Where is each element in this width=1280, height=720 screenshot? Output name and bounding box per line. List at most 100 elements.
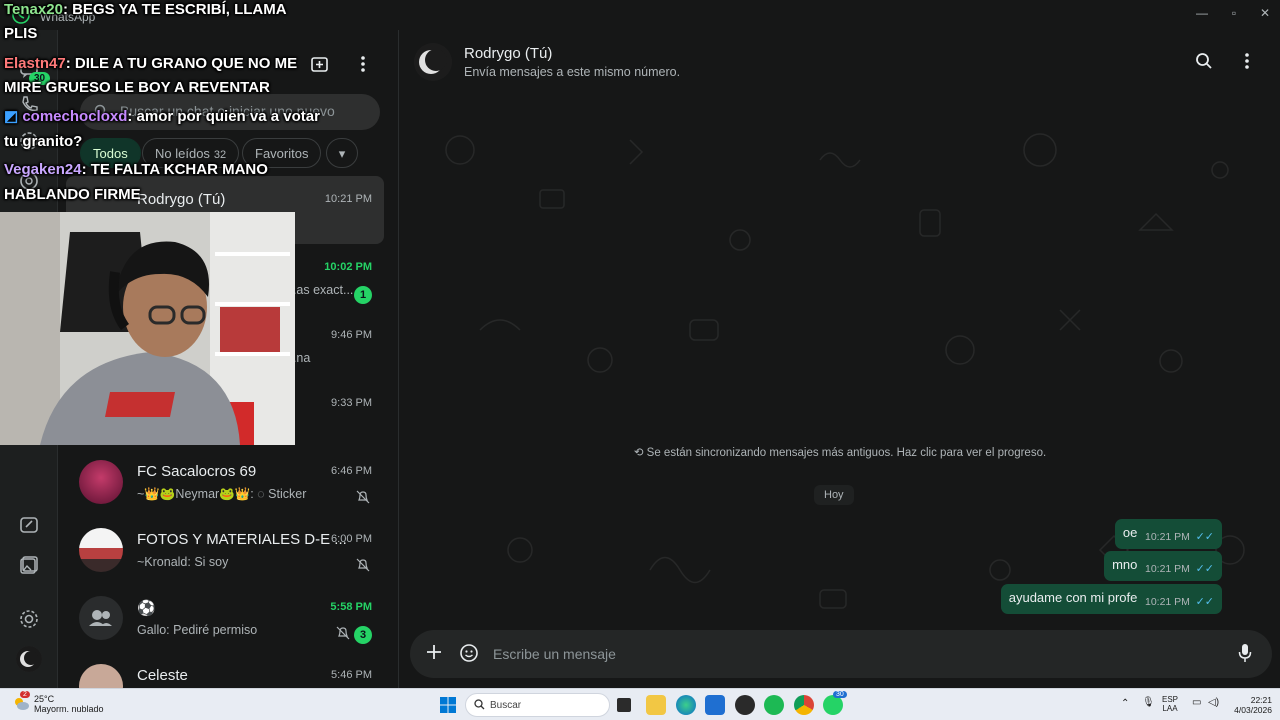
clock-time: 22:21	[1250, 695, 1272, 705]
stream-chat-text: PLIS	[4, 25, 38, 42]
chat-time: 5:46 PM	[331, 669, 372, 681]
stream-chat-text: MIRE GRUESO LE BOY A REVENTAR	[4, 79, 270, 96]
muted-bell-icon	[356, 558, 370, 577]
chat-row-football[interactable]: ⚽ Gallo: Pediré permiso 5:58 PM 3	[66, 584, 384, 652]
stream-chat-message-cont: MIRE GRUESO LE BOY A REVENTAR	[4, 76, 270, 100]
search-icon	[474, 699, 485, 713]
chat-time: 9:46 PM	[331, 329, 372, 341]
close-icon[interactable]: ✕	[1254, 4, 1276, 22]
chat-preview: Gallo: Pediré permiso	[137, 623, 258, 637]
chat-row-celeste[interactable]: Celeste 5:46 PM	[66, 652, 384, 688]
weather-widget[interactable]: 25°C Mayorm. nublado	[34, 694, 104, 714]
whatsapp-taskbar-icon[interactable]	[823, 695, 843, 715]
windows-start-icon[interactable]	[440, 697, 456, 718]
message-time: 10:21 PM	[1144, 563, 1190, 575]
conversation-header[interactable]: Rodrygo (Tú) Envía mensajes a este mismo…	[400, 30, 1280, 94]
menu-dots-icon[interactable]	[356, 54, 370, 79]
stream-chat-text: : amor por quien va a votar	[127, 108, 320, 125]
group-avatar	[79, 596, 123, 640]
weather-temp: 25°C	[34, 694, 55, 704]
stream-chat-text: : BEGS YA TE ESCRIBÍ, LLAMA	[62, 1, 287, 18]
network-icon[interactable]: ▭	[1192, 697, 1201, 708]
weather-icon[interactable]	[12, 696, 30, 717]
stream-chat-message-cont: PLIS	[4, 22, 37, 46]
spotify-icon[interactable]	[764, 695, 784, 715]
contact-avatar[interactable]	[414, 43, 452, 81]
new-chat-icon[interactable]	[310, 54, 330, 79]
chat-name: FC Sacalocros 69	[137, 463, 257, 480]
maximize-icon[interactable]: ▫	[1223, 4, 1245, 22]
stream-chat-text: HABLANDO FIRME	[4, 186, 141, 203]
stream-chat-message: ◩ comechocloxd: amor por quien va a vota…	[4, 105, 320, 129]
message-time: 10:21 PM	[1144, 531, 1190, 543]
weather-badge: 2	[20, 691, 30, 698]
chat-preview: ~Kronald: Si soy	[137, 555, 229, 569]
search-icon[interactable]	[1195, 52, 1213, 75]
stream-user-icon: ◩	[4, 108, 23, 125]
chevron-down-icon: ▾	[338, 146, 346, 161]
edge-browser-icon[interactable]	[676, 695, 696, 715]
weather-desc: Mayorm. nublado	[34, 704, 104, 714]
outgoing-message[interactable]: mno 10:21 PM ✓✓	[1104, 551, 1222, 581]
media-icon[interactable]	[18, 554, 40, 576]
contact-avatar	[79, 664, 123, 688]
language-indicator[interactable]: ESP LAA	[1162, 695, 1178, 713]
stream-chat-text: tu granito?	[4, 133, 83, 150]
taskbar-search-label: Buscar	[490, 700, 522, 711]
streamer-webcam-image	[0, 212, 295, 445]
chat-time: 5:58 PM	[330, 601, 372, 613]
stream-chat-text: : TE FALTA KCHAR MANO	[81, 161, 268, 178]
outgoing-message[interactable]: oe 10:21 PM ✓✓	[1114, 519, 1222, 549]
chat-name: FOTOS Y MATERIALES D-E ...	[137, 531, 347, 548]
outgoing-message[interactable]: ayudame con mi profe 10:21 PM ✓✓	[1000, 584, 1222, 614]
group-avatar	[79, 528, 123, 572]
stream-chat-message-cont: tu granito?	[4, 130, 82, 154]
edit-chat-icon[interactable]	[18, 514, 40, 536]
volume-icon[interactable]: ◁)	[1208, 697, 1219, 708]
chat-time: 6:46 PM	[331, 465, 372, 477]
system-clock[interactable]: 22:21 4/03/2026	[1228, 695, 1272, 715]
stream-chat-username: Elastn47	[4, 55, 66, 72]
chat-name: ⚽	[137, 600, 156, 617]
chrome-icon[interactable]	[794, 695, 814, 715]
chevron-up-icon[interactable]: ⌃	[1121, 698, 1129, 709]
chat-row-fc-sacalocros[interactable]: FC Sacalocros 69 ~👑🐸Neymar🐸👑: ◌ Sticker …	[66, 448, 384, 516]
webcam-overlay	[0, 212, 295, 445]
menu-dots-icon[interactable]	[1240, 52, 1254, 77]
attach-plus-icon[interactable]	[425, 643, 443, 666]
sync-notice[interactable]: ⟲ Se están sincronizando mensajes más an…	[400, 445, 1280, 459]
message-text: mno	[1112, 557, 1138, 572]
chat-name: Rodrygo (Tú)	[137, 191, 226, 208]
contact-subtitle: Envía mensajes a este mismo número.	[464, 65, 681, 79]
obs-icon[interactable]	[735, 695, 755, 715]
chat-name: Celeste	[137, 667, 188, 684]
message-composer[interactable]: Escribe un mensaje	[410, 630, 1272, 678]
settings-gear-icon[interactable]	[18, 608, 40, 630]
microphone-icon[interactable]: 🎙	[1142, 697, 1155, 708]
microsoft-store-icon[interactable]	[705, 695, 725, 715]
file-explorer-icon[interactable]	[646, 695, 666, 715]
taskbar-search[interactable]: Buscar	[465, 693, 610, 717]
sync-icon: ⟲	[633, 447, 647, 459]
minimize-icon[interactable]: —	[1191, 4, 1213, 22]
read-ticks-icon: ✓✓	[1195, 531, 1214, 543]
stream-chat-text: : DILE A TU GRANO QUE NO ME	[65, 55, 298, 72]
sticker-icon[interactable]	[459, 643, 479, 668]
sync-text: Se están sincronizando mensajes más anti…	[646, 447, 1047, 459]
clock-date: 4/03/2026	[1234, 705, 1272, 715]
task-view-icon[interactable]	[617, 698, 631, 712]
filter-more-dropdown[interactable]: ▾	[326, 138, 358, 168]
message-text: oe	[1122, 525, 1138, 540]
microphone-icon[interactable]	[1238, 643, 1252, 668]
chat-row-fotos-materiales[interactable]: FOTOS Y MATERIALES D-E ... ~Kronald: Si …	[66, 516, 384, 584]
profile-avatar[interactable]	[16, 646, 42, 672]
chat-time: 6:00 PM	[331, 533, 372, 545]
stream-chat-message-cont: HABLANDO FIRME	[4, 183, 141, 207]
conversation-panel: Rodrygo (Tú) Envía mensajes a este mismo…	[400, 30, 1280, 688]
stream-chat-username: Tenax20	[4, 1, 63, 18]
message-text: ayudame con mi profe	[1008, 590, 1138, 605]
windows-taskbar: 2 25°C Mayorm. nublado Buscar 30 ⌃ 🎙 ESP…	[0, 688, 1280, 720]
keyboard-layout: LAA	[1162, 704, 1178, 713]
chat-preview: ...na	[286, 351, 311, 365]
message-input[interactable]: Escribe un mensaje	[493, 646, 616, 662]
